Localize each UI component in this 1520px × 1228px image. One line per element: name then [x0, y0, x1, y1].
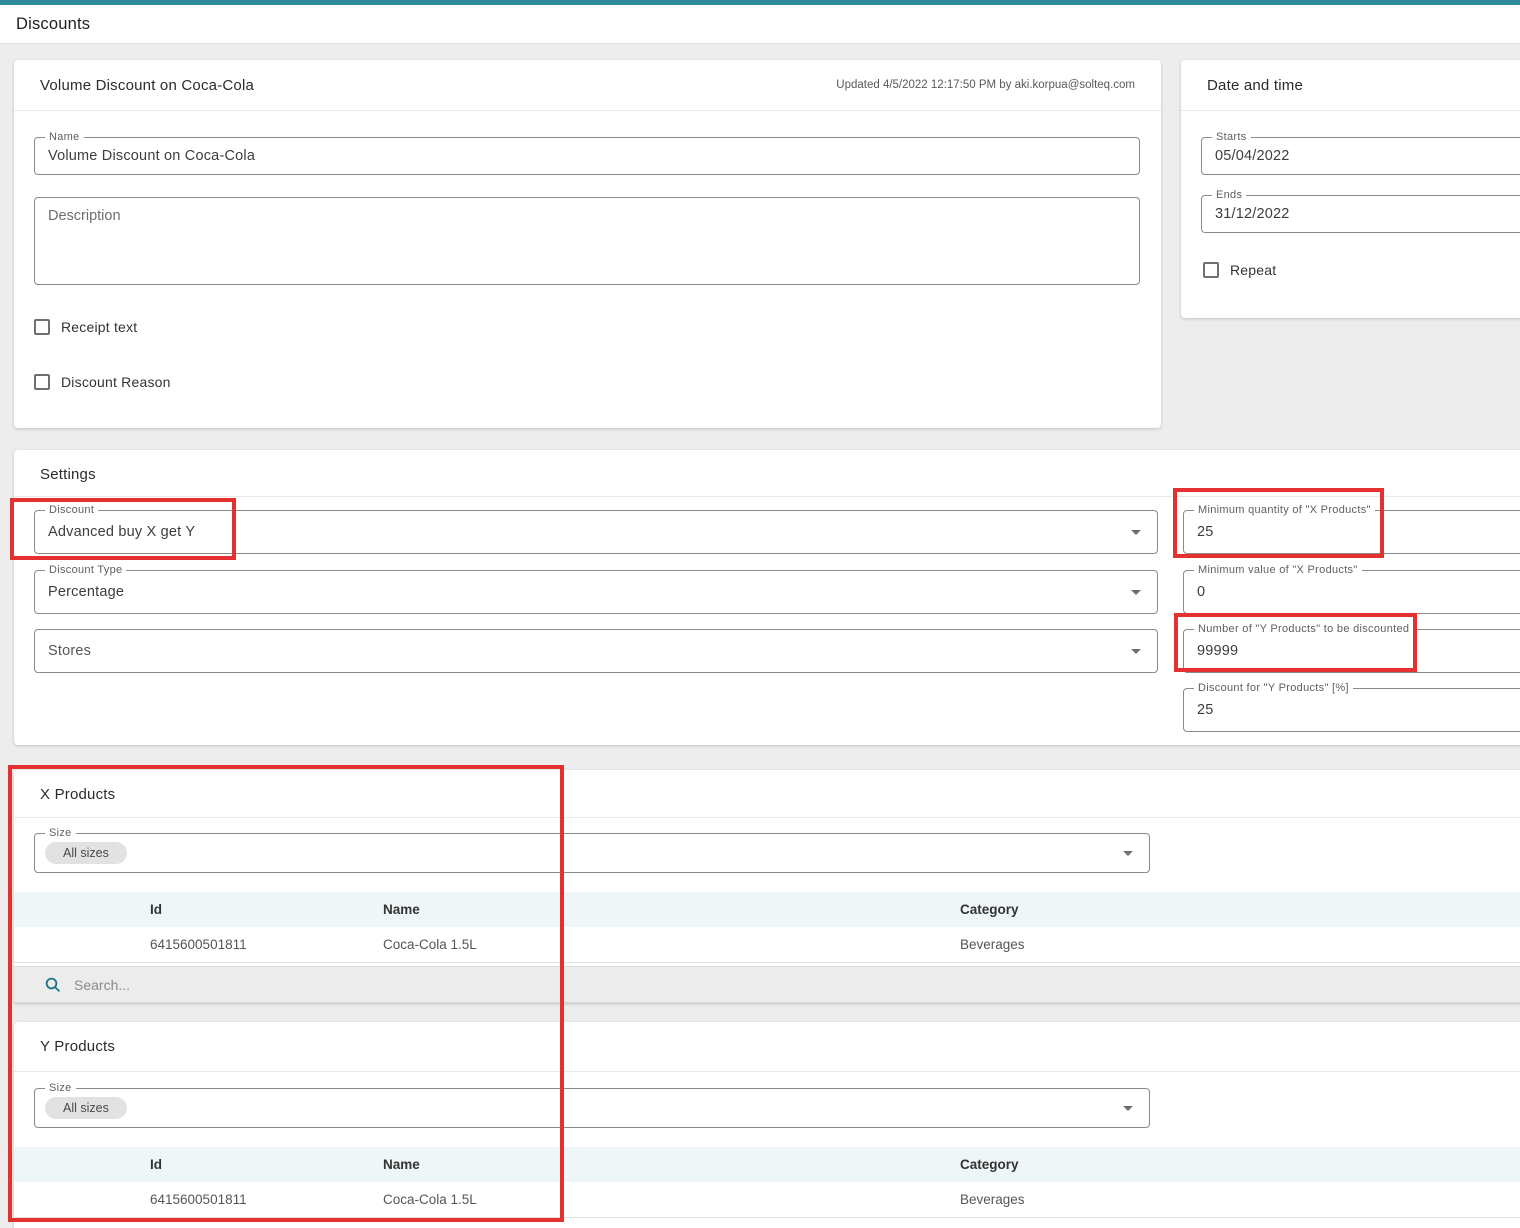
chevron-down-icon — [1131, 590, 1141, 595]
x-products-search-input[interactable] — [74, 977, 474, 993]
discount-reason-label: Discount Reason — [61, 374, 171, 390]
column-header-name: Name — [383, 1157, 960, 1172]
y-product-category: Beverages — [960, 1192, 1520, 1207]
y-size-select-label: Size — [45, 1082, 76, 1094]
discount-type-select-value: Percentage — [48, 584, 124, 600]
x-products-search-bar[interactable] — [14, 966, 1520, 1003]
min-value-x-input[interactable] — [1197, 584, 1520, 600]
date-time-title: Date and time — [1207, 77, 1303, 94]
general-card: Volume Discount on Coca-Cola Updated 4/5… — [14, 60, 1161, 428]
chevron-down-icon — [1123, 851, 1133, 856]
search-icon — [44, 976, 62, 994]
column-header-id: Id — [14, 1157, 383, 1172]
date-time-card-header: Date and time — [1181, 60, 1520, 111]
y-all-sizes-chip[interactable]: All sizes — [45, 1097, 127, 1119]
description-textarea[interactable] — [34, 197, 1140, 285]
y-size-select[interactable]: Size All sizes — [34, 1088, 1150, 1128]
chevron-down-icon — [1123, 1106, 1133, 1111]
starts-field-label: Starts — [1212, 131, 1251, 143]
discount-y-pct-label: Discount for "Y Products" [%] — [1194, 682, 1353, 694]
min-value-x-field[interactable]: Minimum value of "X Products" — [1183, 570, 1520, 614]
x-all-sizes-chip[interactable]: All sizes — [45, 842, 127, 864]
settings-card: Settings Discount Advanced buy X get Y D… — [14, 450, 1520, 745]
discount-type-select-label: Discount Type — [45, 564, 126, 576]
discount-reason-checkbox[interactable] — [34, 374, 50, 390]
num-y-discounted-field[interactable]: Number of "Y Products" to be discounted — [1183, 629, 1520, 673]
y-products-table-row[interactable]: 6415600501811 Coca-Cola 1.5L Beverages — [14, 1182, 1520, 1218]
y-product-name: Coca-Cola 1.5L — [383, 1192, 960, 1207]
receipt-text-checkbox[interactable] — [34, 319, 50, 335]
column-header-category: Category — [960, 902, 1520, 917]
y-products-table-header: Id Name Category — [14, 1147, 1520, 1182]
y-product-id: 6415600501811 — [14, 1192, 383, 1207]
x-product-id: 6415600501811 — [14, 937, 383, 952]
discount-y-pct-input[interactable] — [1197, 702, 1520, 718]
discount-select[interactable]: Discount Advanced buy X get Y — [34, 510, 1158, 554]
stores-select-value: Stores — [48, 643, 91, 659]
num-y-discounted-input[interactable] — [1197, 643, 1520, 659]
settings-divider — [14, 496, 1520, 497]
page-title: Discounts — [16, 15, 90, 34]
discount-select-label: Discount — [45, 504, 98, 516]
discount-type-select[interactable]: Discount Type Percentage — [34, 570, 1158, 614]
updated-info: Updated 4/5/2022 12:17:50 PM by aki.korp… — [836, 79, 1135, 91]
y-products-divider — [14, 1071, 1520, 1072]
x-product-category: Beverages — [960, 937, 1520, 952]
repeat-checkbox[interactable] — [1203, 262, 1219, 278]
repeat-label: Repeat — [1230, 262, 1276, 278]
discount-name-title: Volume Discount on Coca-Cola — [40, 77, 254, 94]
x-products-table-header: Id Name Category — [14, 892, 1520, 927]
ends-field[interactable]: Ends — [1201, 195, 1520, 233]
x-products-divider — [14, 817, 1520, 818]
y-products-title: Y Products — [40, 1038, 115, 1055]
stores-select[interactable]: Stores — [34, 629, 1158, 673]
name-field-label: Name — [45, 131, 84, 143]
column-header-id: Id — [14, 902, 383, 917]
general-card-header: Volume Discount on Coca-Cola Updated 4/5… — [14, 60, 1161, 111]
x-products-title: X Products — [40, 786, 115, 803]
discount-y-pct-field[interactable]: Discount for "Y Products" [%] — [1183, 688, 1520, 732]
discount-reason-checkbox-row[interactable]: Discount Reason — [34, 374, 171, 390]
chevron-down-icon — [1131, 530, 1141, 535]
x-size-select-label: Size — [45, 827, 76, 839]
min-quantity-x-label: Minimum quantity of "X Products" — [1194, 504, 1375, 516]
receipt-text-checkbox-row[interactable]: Receipt text — [34, 319, 137, 335]
name-input[interactable] — [48, 148, 1126, 164]
discount-select-value: Advanced buy X get Y — [48, 524, 195, 540]
min-quantity-x-input[interactable] — [1197, 524, 1520, 540]
starts-field[interactable]: Starts — [1201, 137, 1520, 175]
column-header-name: Name — [383, 902, 960, 917]
date-time-card: Date and time Starts Ends Repeat — [1181, 60, 1520, 318]
min-value-x-label: Minimum value of "X Products" — [1194, 564, 1362, 576]
ends-input[interactable] — [1215, 206, 1517, 222]
receipt-text-label: Receipt text — [61, 319, 137, 335]
starts-input[interactable] — [1215, 148, 1517, 164]
x-products-table-row[interactable]: 6415600501811 Coca-Cola 1.5L Beverages — [14, 927, 1520, 963]
chevron-down-icon — [1131, 649, 1141, 654]
column-header-category: Category — [960, 1157, 1520, 1172]
x-products-card: X Products Size All sizes Id Name Catego… — [14, 770, 1520, 1003]
app-header: Discounts — [0, 5, 1520, 44]
repeat-checkbox-row[interactable]: Repeat — [1203, 262, 1276, 278]
settings-title: Settings — [40, 466, 96, 483]
x-size-select[interactable]: Size All sizes — [34, 833, 1150, 873]
name-field[interactable]: Name — [34, 137, 1140, 175]
ends-field-label: Ends — [1212, 189, 1246, 201]
y-products-card: Y Products Size All sizes Id Name Catego… — [14, 1022, 1520, 1228]
min-quantity-x-field[interactable]: Minimum quantity of "X Products" — [1183, 510, 1520, 554]
num-y-discounted-label: Number of "Y Products" to be discounted — [1194, 623, 1413, 635]
x-product-name: Coca-Cola 1.5L — [383, 937, 960, 952]
